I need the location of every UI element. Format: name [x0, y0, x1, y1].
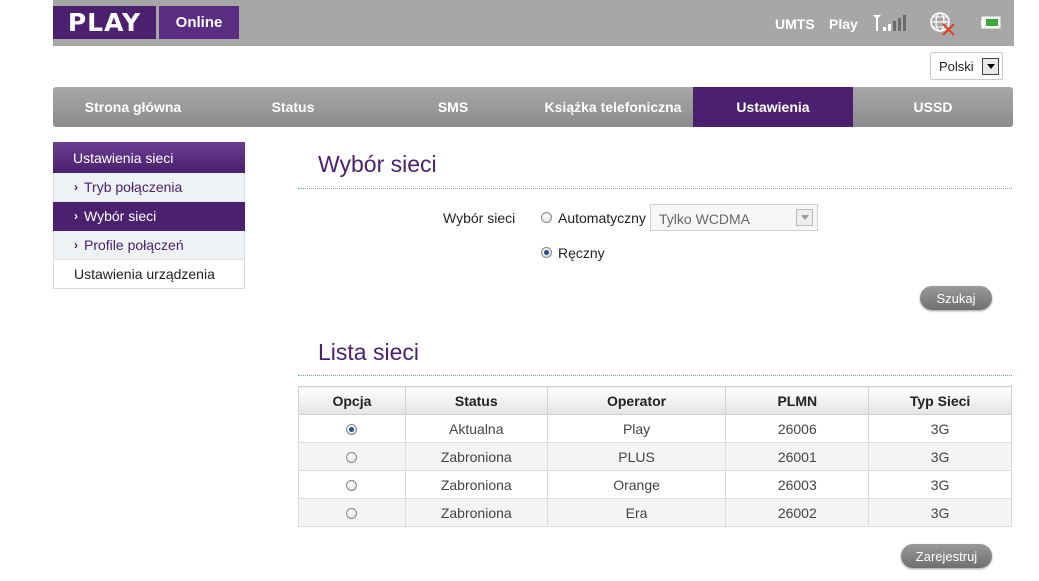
operator-label: Play: [829, 16, 858, 32]
table-cell-option: [298, 414, 406, 443]
sidebar-item-device-settings[interactable]: Ustawienia urządzenia: [53, 260, 245, 289]
network-mode-selected-label: Tylko WCDMA: [659, 211, 750, 227]
network-list-title: Lista sieci: [318, 339, 419, 365]
column-header-plmn: PLMN: [725, 386, 870, 415]
table-row[interactable]: Aktualna Play 26006 3G: [298, 414, 1012, 443]
globe-disconnected-icon: [930, 12, 955, 36]
table-cell-type: 3G: [868, 470, 1012, 499]
sidebar-item-label: Profile połączeń: [84, 237, 184, 253]
network-mode-select[interactable]: Tylko WCDMA: [650, 204, 818, 231]
row-radio[interactable]: [346, 508, 358, 520]
table-cell-type: 3G: [868, 414, 1012, 443]
header-bar: PLAY Online UMTS Play: [53, 0, 1014, 46]
nav-tab-settings[interactable]: Ustawienia: [693, 87, 853, 127]
table-cell-status: Zabroniona: [404, 498, 548, 527]
sidebar-item-connection-profiles[interactable]: › Profile połączeń: [53, 231, 245, 260]
chevron-right-icon: ›: [74, 238, 78, 252]
network-list-table: Opcja Status Operator PLMN Typ Sieci Akt…: [298, 386, 1012, 527]
row-radio[interactable]: [346, 480, 358, 492]
column-header-option: Opcja: [298, 386, 406, 415]
table-row[interactable]: Zabroniona Orange 26003 3G: [298, 470, 1012, 499]
table-row[interactable]: Zabroniona Era 26002 3G: [298, 498, 1012, 527]
table-cell-type: 3G: [868, 498, 1012, 527]
radio-manual-label: Ręczny: [558, 245, 605, 261]
sidebar-header-network-settings[interactable]: Ustawienia sieci: [53, 142, 245, 173]
table-row[interactable]: Zabroniona PLUS 26001 3G: [298, 442, 1012, 471]
battery-icon: [981, 16, 1001, 29]
table-cell-status: Aktualna: [404, 414, 548, 443]
network-type-label: UMTS: [775, 16, 815, 32]
table-cell-operator: Era: [546, 498, 727, 527]
search-button[interactable]: Szukaj: [920, 286, 992, 310]
table-header-row: Opcja Status Operator PLMN Typ Sieci: [298, 386, 1012, 415]
divider: [298, 375, 1012, 376]
table-cell-status: Zabroniona: [404, 470, 548, 499]
table-cell-option: [298, 442, 406, 471]
page: PLAY Online UMTS Play Polski Strona głów…: [0, 0, 1039, 581]
nav-tab-phonebook[interactable]: Książka telefoniczna: [533, 87, 693, 127]
table-cell-status: Zabroniona: [404, 442, 548, 471]
sidebar: Ustawienia sieci › Tryb połączenia › Wyb…: [53, 142, 245, 289]
table-cell-operator: Orange: [546, 470, 727, 499]
chevron-right-icon: ›: [74, 180, 78, 194]
column-header-network-type: Typ Sieci: [868, 386, 1012, 415]
table-cell-option: [298, 470, 406, 499]
divider: [298, 188, 1012, 189]
network-selection-label: Wybór sieci: [443, 210, 516, 226]
row-radio[interactable]: [346, 424, 358, 436]
sidebar-item-label: Wybór sieci: [84, 208, 157, 224]
chevron-right-icon: ›: [74, 209, 78, 223]
nav-tab-ussd[interactable]: USSD: [853, 87, 1013, 127]
radio-automatic[interactable]: [541, 212, 552, 223]
chevron-down-icon[interactable]: [982, 58, 999, 75]
radio-manual[interactable]: [541, 247, 552, 258]
column-header-operator: Operator: [546, 386, 727, 415]
nav-tab-sms[interactable]: SMS: [373, 87, 533, 127]
table-cell-option: [298, 498, 406, 527]
table-cell-type: 3G: [868, 442, 1012, 471]
table-cell-operator: Play: [546, 414, 727, 443]
row-radio[interactable]: [346, 452, 358, 464]
signal-icon: [873, 15, 906, 31]
sidebar-item-label: Tryb połączenia: [84, 179, 183, 195]
sidebar-item-network-selection[interactable]: › Wybór sieci: [53, 202, 245, 231]
online-logo: Online: [159, 6, 239, 39]
table-cell-plmn: 26006: [725, 414, 870, 443]
network-selection-title: Wybór sieci: [318, 151, 437, 177]
radio-automatic-label: Automatyczny: [558, 210, 646, 226]
language-selected-label: Polski: [939, 59, 974, 74]
table-cell-plmn: 26001: [725, 442, 870, 471]
register-button[interactable]: Zarejestruj: [901, 544, 992, 568]
nav-tab-status[interactable]: Status: [213, 87, 373, 127]
play-logo: PLAY: [53, 6, 156, 39]
sidebar-item-connection-mode[interactable]: › Tryb połączenia: [53, 173, 245, 202]
language-select[interactable]: Polski: [930, 52, 1003, 80]
column-header-status: Status: [404, 386, 548, 415]
chevron-down-icon[interactable]: [796, 209, 813, 226]
main-nav: Strona główna Status SMS Książka telefon…: [53, 87, 1013, 127]
table-cell-operator: PLUS: [546, 442, 727, 471]
table-cell-plmn: 26002: [725, 498, 870, 527]
table-cell-plmn: 26003: [725, 470, 870, 499]
nav-tab-home[interactable]: Strona główna: [53, 87, 213, 127]
